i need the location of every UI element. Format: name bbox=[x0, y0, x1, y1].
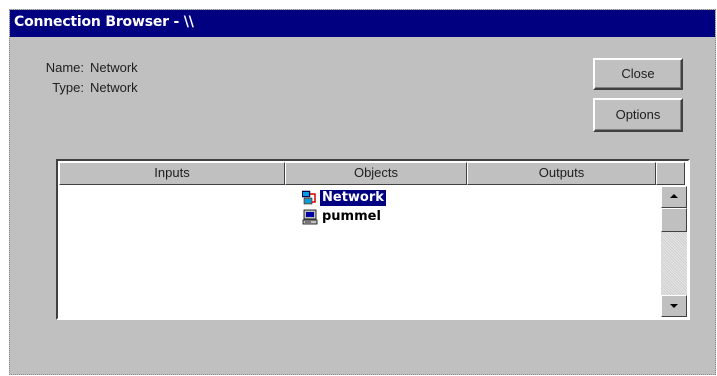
type-row: Type: Network bbox=[38, 80, 138, 95]
computer-icon bbox=[302, 209, 318, 225]
close-button[interactable]: Close bbox=[593, 58, 683, 90]
window-title: Connection Browser - \\ bbox=[14, 14, 194, 30]
column-header-inputs[interactable]: Inputs bbox=[59, 162, 285, 185]
scroll-up-button[interactable] bbox=[661, 186, 687, 208]
name-row: Name: Network bbox=[38, 60, 138, 75]
column-header-objects[interactable]: Objects bbox=[285, 162, 467, 185]
connection-list: Inputs Objects Outputs Network pummel bbox=[56, 159, 690, 320]
title-bar[interactable]: Connection Browser - \\ bbox=[10, 10, 715, 37]
scroll-down-button[interactable] bbox=[661, 295, 687, 317]
column-header-outputs[interactable]: Outputs bbox=[467, 162, 656, 185]
network-icon bbox=[301, 190, 318, 206]
vertical-scrollbar[interactable] bbox=[661, 186, 687, 317]
arrow-up-icon bbox=[670, 194, 678, 198]
name-label: Name: bbox=[45, 60, 84, 75]
scroll-thumb[interactable] bbox=[661, 208, 687, 232]
list-item[interactable]: Network bbox=[301, 190, 386, 208]
list-item[interactable]: pummel bbox=[302, 209, 383, 227]
options-button[interactable]: Options bbox=[593, 98, 683, 132]
object-label-pummel: pummel bbox=[322, 209, 381, 224]
connection-browser-window: Connection Browser - \\ Name: Network Typ… bbox=[9, 9, 716, 375]
type-label: Type: bbox=[52, 80, 84, 95]
name-value: Network bbox=[90, 60, 138, 75]
column-header-corner bbox=[656, 162, 685, 185]
object-label-network: Network bbox=[320, 190, 386, 206]
type-value: Network bbox=[90, 80, 138, 95]
arrow-down-icon bbox=[670, 304, 678, 308]
